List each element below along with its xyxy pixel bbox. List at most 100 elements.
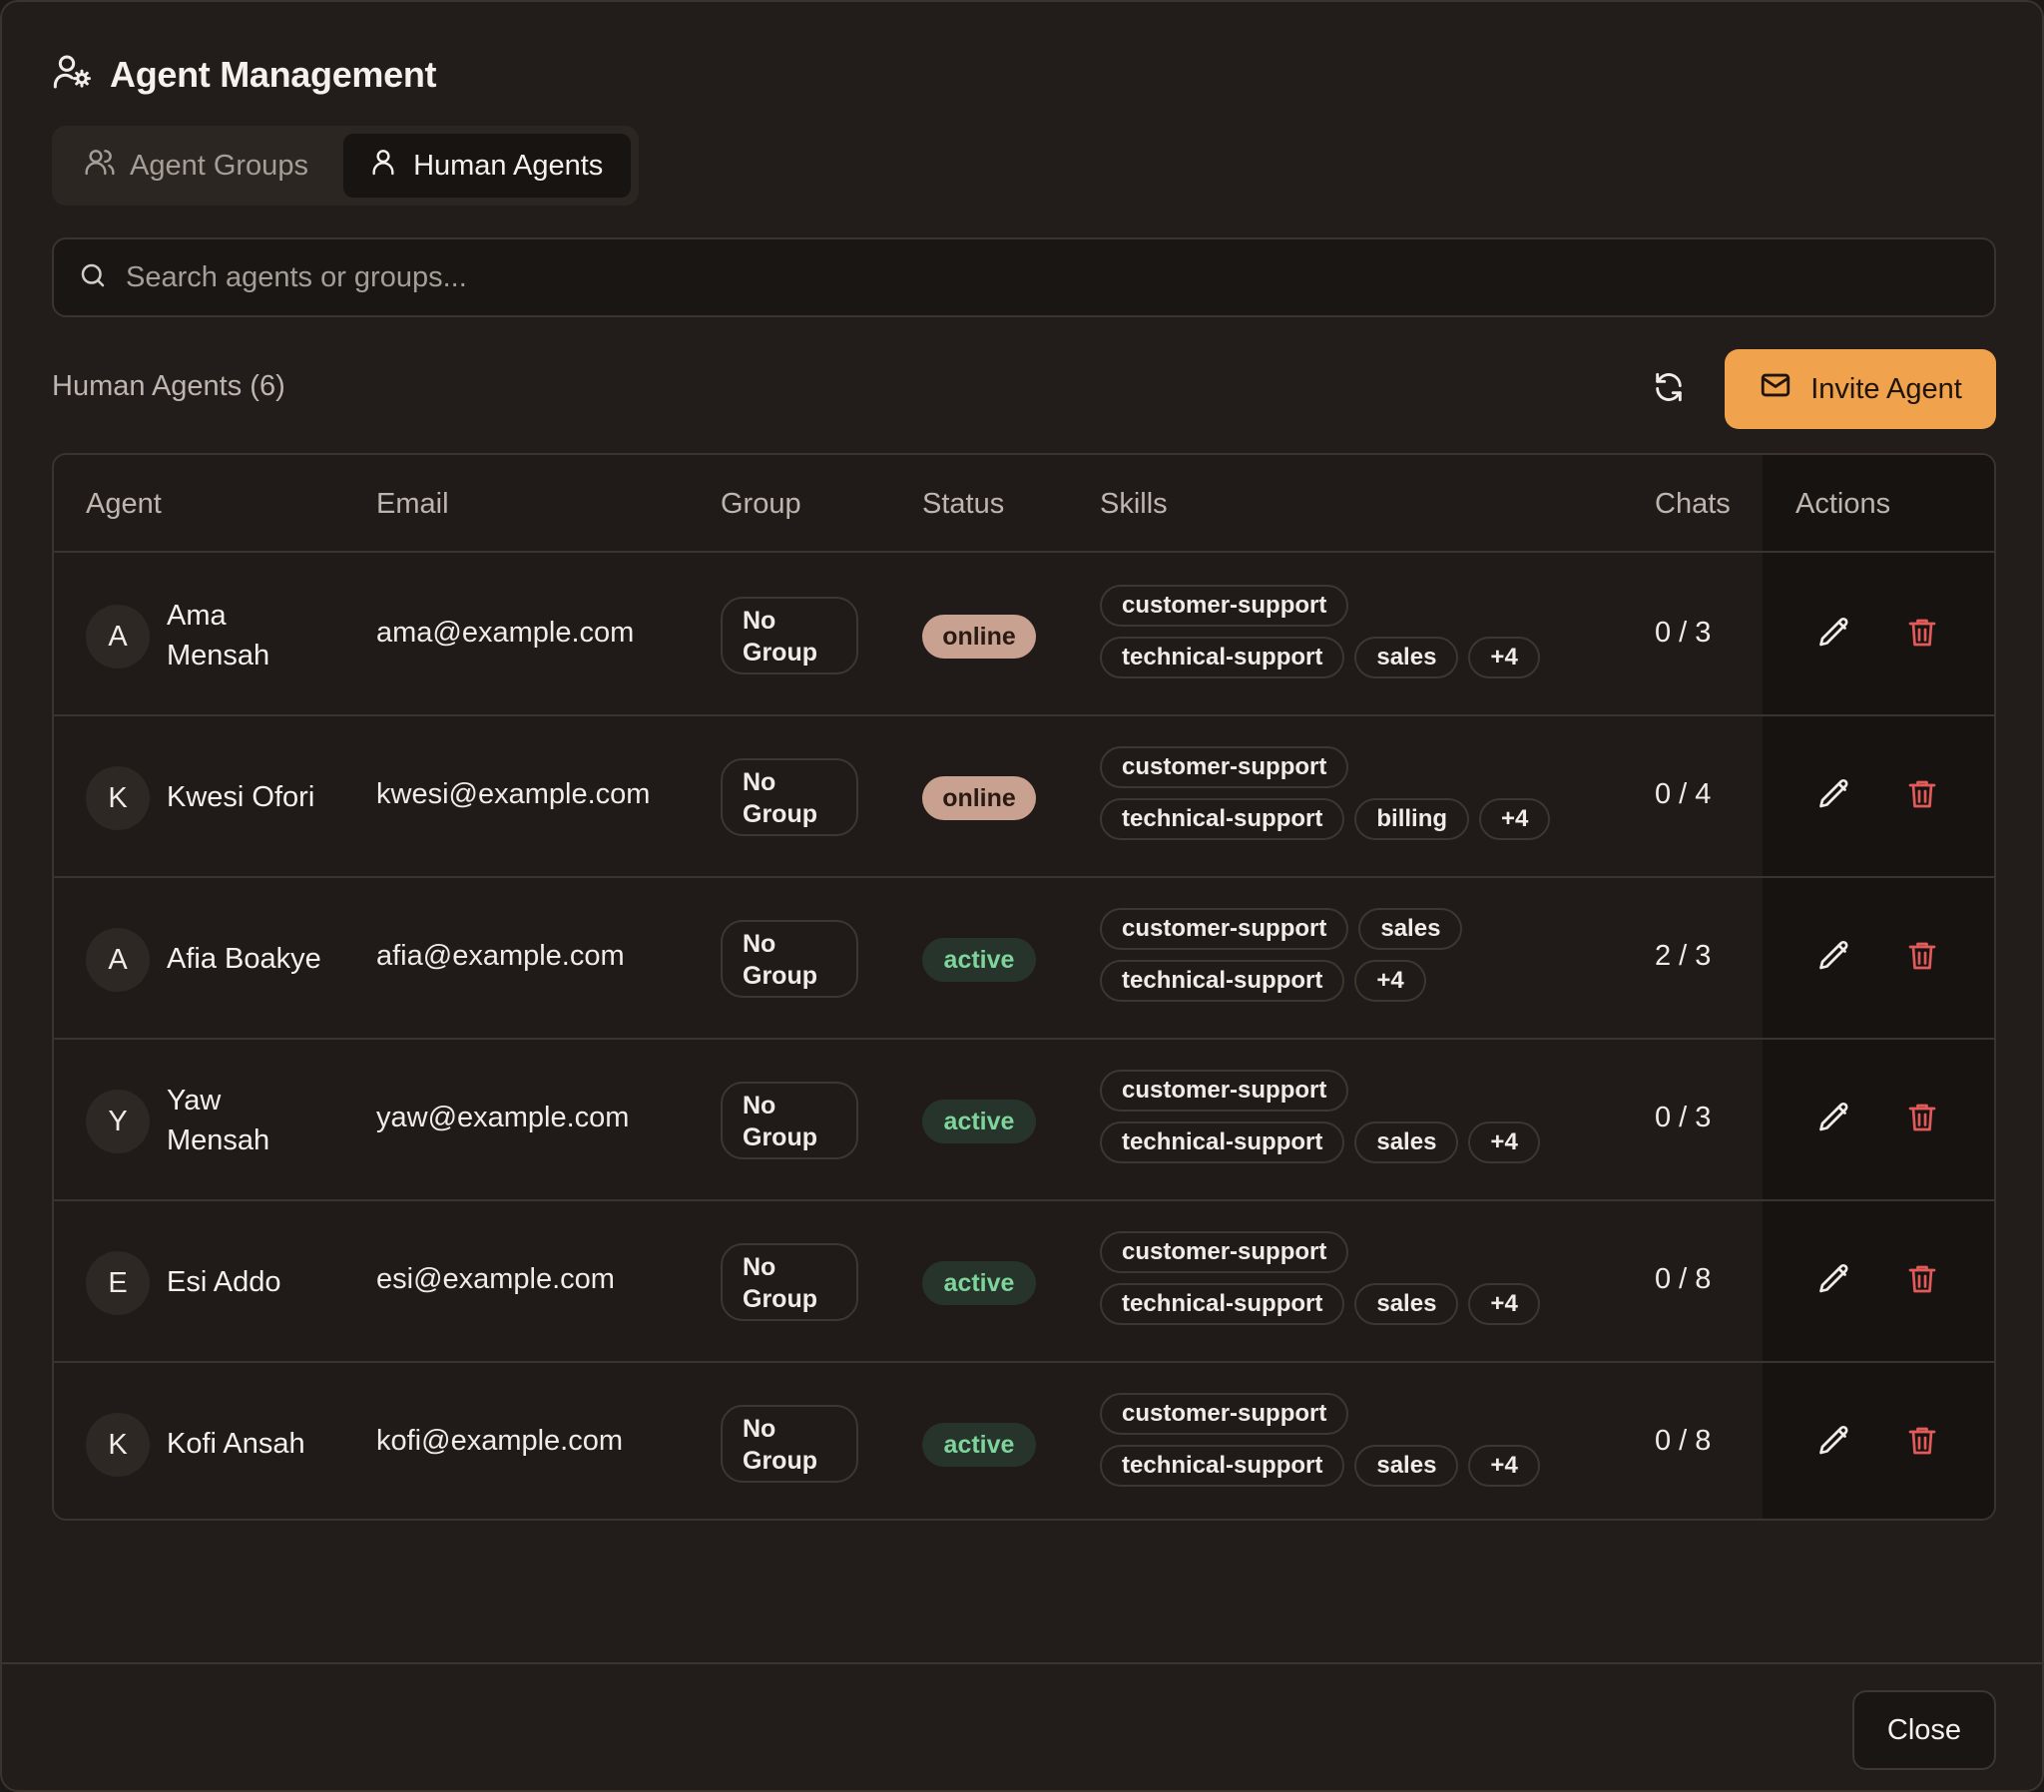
close-button[interactable]: Close [1852, 1690, 1996, 1770]
tab-label: Agent Groups [130, 149, 308, 182]
chat-count: 0 / 4 [1655, 778, 1712, 810]
pencil-icon [1816, 1102, 1852, 1139]
trash-icon [1904, 942, 1940, 978]
table-row: A Ama Mensah ama@example.com No Group online… [54, 555, 1994, 716]
status-badge: online [922, 615, 1036, 659]
column-header-email: Email [376, 488, 449, 520]
group-badge: No Group [721, 1405, 858, 1483]
column-header-chats: Chats [1655, 488, 1731, 520]
tab-agent-groups[interactable]: Agent Groups [60, 134, 339, 198]
pencil-icon [1816, 1425, 1852, 1463]
agent-name: Kofi Ansah [167, 1428, 305, 1460]
skill-tag: sales [1354, 1445, 1459, 1487]
search-icon [78, 260, 108, 295]
table-row: Y Yaw Mensah yaw@example.com No Group active… [54, 1040, 1994, 1201]
footer-divider [2, 1662, 2042, 1664]
search-input[interactable] [126, 260, 1922, 294]
table-header: Agent Email Group Status Skills Chats Ac… [54, 455, 1994, 553]
status-badge: online [922, 776, 1036, 820]
user-cog-icon [52, 52, 92, 97]
chat-count: 0 / 3 [1655, 617, 1712, 649]
trash-icon [1904, 619, 1940, 655]
skills-list: customer-support technical-support sales +4 [1100, 585, 1569, 678]
agent-email: ama@example.com [376, 617, 635, 649]
pencil-icon [1816, 940, 1852, 978]
edit-button[interactable] [1816, 1261, 1856, 1301]
agent-name: Yaw Mensah [167, 1085, 270, 1156]
skill-tag: customer-support [1100, 908, 1349, 950]
agent-email: afia@example.com [376, 940, 625, 972]
agent-email: kofi@example.com [376, 1425, 624, 1457]
avatar: A [86, 605, 150, 669]
group-badge: No Group [721, 1243, 858, 1321]
skill-tag: sales [1358, 908, 1463, 950]
delete-button[interactable] [1904, 938, 1944, 978]
delete-button[interactable] [1904, 615, 1944, 655]
skills-list: customer-support technical-support billing… [1100, 746, 1569, 840]
skill-tag: +4 [1479, 798, 1551, 840]
skills-list: customer-support sales technical-support +4 [1100, 908, 1569, 1002]
column-header-group: Group [721, 488, 801, 520]
chat-count: 0 / 3 [1655, 1102, 1712, 1133]
skill-tag: customer-support [1100, 585, 1349, 627]
edit-button[interactable] [1816, 776, 1856, 816]
status-badge: active [922, 1100, 1036, 1143]
avatar: K [86, 1413, 150, 1477]
search-bar [52, 237, 1996, 317]
modal-header: Agent Management [52, 52, 437, 97]
avatar: E [86, 1251, 150, 1315]
trash-icon [1904, 780, 1940, 816]
avatar: Y [86, 1090, 150, 1153]
edit-button[interactable] [1816, 1100, 1856, 1139]
table-row: K Kofi Ansah kofi@example.com No Group activ… [54, 1363, 1994, 1519]
edit-button[interactable] [1816, 1423, 1856, 1463]
pencil-icon [1816, 617, 1852, 655]
edit-button[interactable] [1816, 615, 1856, 655]
skill-tag: technical-support [1100, 960, 1345, 1002]
group-badge: No Group [721, 1082, 858, 1159]
status-badge: active [922, 938, 1036, 982]
avatar: K [86, 766, 150, 830]
skill-tag: +4 [1468, 1445, 1540, 1487]
delete-button[interactable] [1904, 776, 1944, 816]
skill-tag: technical-support [1100, 798, 1345, 840]
invite-agent-button[interactable]: Invite Agent [1725, 349, 1996, 429]
chat-count: 2 / 3 [1655, 940, 1712, 972]
skill-tag: technical-support [1100, 1283, 1345, 1325]
edit-button[interactable] [1816, 938, 1856, 978]
skill-tag: customer-support [1100, 746, 1349, 788]
skill-tag: customer-support [1100, 1231, 1349, 1273]
tab-human-agents[interactable]: Human Agents [343, 134, 631, 198]
tab-label: Human Agents [413, 149, 604, 182]
agent-name: Kwesi Ofori [167, 781, 315, 813]
skill-tag: +4 [1468, 1121, 1540, 1163]
chat-count: 0 / 8 [1655, 1425, 1712, 1457]
column-header-actions: Actions [1795, 488, 1891, 520]
pencil-icon [1816, 1263, 1852, 1301]
agent-name: Esi Addo [167, 1266, 281, 1298]
skill-tag: sales [1354, 1283, 1459, 1325]
users-icon [84, 146, 116, 186]
view-tabs: Agent Groups Human Agents [52, 126, 639, 206]
group-badge: No Group [721, 758, 858, 836]
delete-button[interactable] [1904, 1261, 1944, 1301]
skill-tag: technical-support [1100, 637, 1345, 678]
skill-tag: +4 [1468, 1283, 1540, 1325]
refresh-button[interactable] [1647, 369, 1691, 409]
page-title: Agent Management [110, 53, 437, 95]
table-row: K Kwesi Ofori kwesi@example.com No Group onl… [54, 716, 1994, 878]
agent-management-modal: Agent Management Agent Groups Human Agen… [0, 0, 2044, 1792]
skills-list: customer-support technical-support sales +4 [1100, 1393, 1569, 1487]
trash-icon [1904, 1265, 1940, 1301]
status-badge: active [922, 1261, 1036, 1305]
trash-icon [1904, 1104, 1940, 1139]
agent-email: kwesi@example.com [376, 778, 651, 810]
skill-tag: customer-support [1100, 1393, 1349, 1435]
status-badge: active [922, 1423, 1036, 1467]
delete-button[interactable] [1904, 1423, 1944, 1463]
column-header-agent: Agent [86, 488, 162, 520]
agent-name: Ama Mensah [167, 600, 270, 672]
skills-list: customer-support technical-support sales +4 [1100, 1231, 1569, 1325]
delete-button[interactable] [1904, 1100, 1944, 1139]
skill-tag: sales [1354, 637, 1459, 678]
